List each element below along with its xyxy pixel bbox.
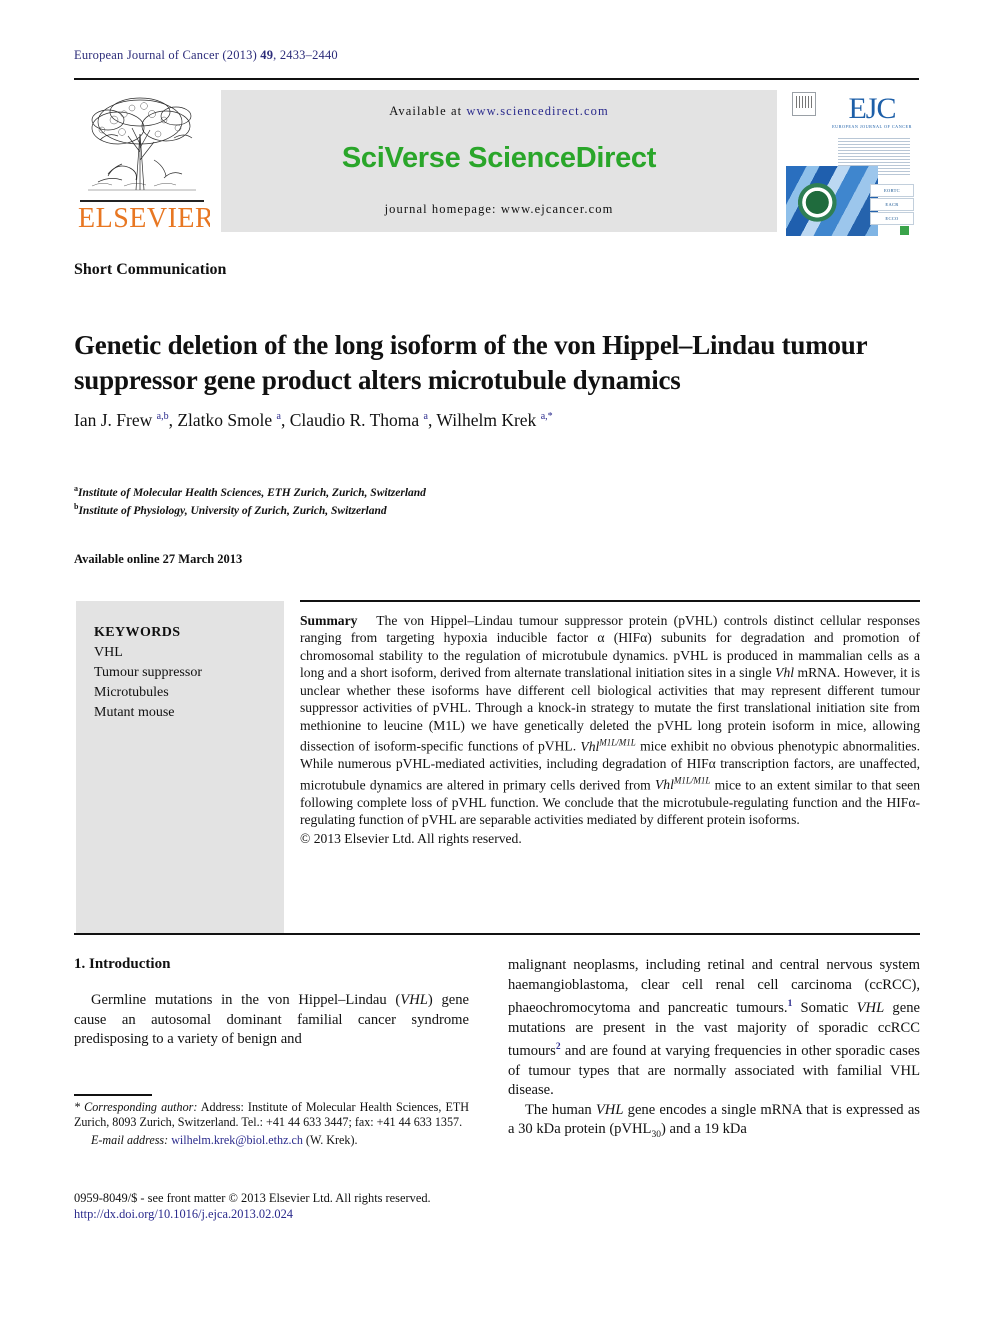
affiliation-b: bInstitute of Physiology, University of …	[74, 500, 674, 518]
sciverse-sciencedirect-wordmark: SciVerse ScienceDirect	[341, 142, 657, 174]
corresponding-author-footnote: * Corresponding author: Address: Institu…	[74, 1100, 469, 1148]
elsevier-logo: ELSEVIER	[74, 88, 210, 236]
email-label: E-mail address:	[91, 1132, 169, 1147]
abstract-body: The von Hippel–Lindau tumour suppressor …	[300, 613, 920, 828]
introduction-heading: 1. Introduction	[74, 956, 171, 972]
abstract-copyright: © 2013 Elsevier Ltd. All rights reserved…	[300, 830, 522, 846]
corresponding-author-email[interactable]: wilhelm.krek@biol.ethz.ch	[171, 1133, 303, 1147]
society-badge-eacr: EACR	[870, 198, 914, 211]
abstract-bottom-rule	[74, 933, 920, 935]
ejc-cover-artwork	[786, 166, 878, 236]
email-owner: (W. Krek).	[302, 1132, 358, 1147]
body-column-right: malignant neoplasms, including retinal a…	[508, 956, 920, 1146]
masthead: ELSEVIER Available at www.sciencedirect.…	[74, 88, 919, 238]
abstract-top-rule	[300, 600, 920, 602]
email-line: E-mail address: wilhelm.krek@biol.ethz.c…	[74, 1133, 469, 1148]
ejc-cover-subtitle: EUROPEAN JOURNAL OF CANCER	[832, 124, 912, 129]
available-at-prefix: Available at	[389, 104, 467, 118]
issn-copyright-block: 0959-8049/$ - see front matter © 2013 El…	[74, 1190, 534, 1222]
keyword-item-microtubules: Microtubules	[94, 685, 169, 700]
sciencedirect-url[interactable]: www.sciencedirect.com	[466, 104, 608, 118]
affiliation-b-text: Institute of Physiology, University of Z…	[78, 505, 387, 518]
elsevier-logo-rule	[80, 200, 204, 202]
affiliation-a-text: Institute of Molecular Health Sciences, …	[78, 486, 426, 499]
available-online-date: Available online 27 March 2013	[74, 552, 243, 566]
keyword-item-vhl: VHL	[94, 645, 123, 660]
corresponding-author-label: * Corresponding author:	[74, 1100, 198, 1114]
elsevier-wordmark: ELSEVIER	[78, 203, 210, 234]
page-title: Genetic deletion of the long isoform of …	[74, 330, 867, 396]
journal-article-page: European Journal of Cancer (2013) 49, 24…	[0, 0, 992, 1323]
affiliation-list: aInstitute of Molecular Health Sciences,…	[74, 482, 674, 519]
abstract-label: Summary	[300, 613, 358, 628]
keywords-panel: KEYWORDS VHL Tumour suppressor Microtubu…	[76, 601, 284, 933]
author-list: Ian J. Frew a,b, Zlatko Smole a, Claudio…	[74, 409, 553, 430]
society-badge-eortc: EORTC	[870, 184, 914, 197]
ejc-cover-title: EJC	[848, 92, 896, 125]
ejc-journal-cover: EJC EUROPEAN JOURNAL OF CANCER EORTC EAC…	[786, 88, 919, 236]
header-rule	[74, 78, 919, 80]
keywords-inner: KEYWORDS VHL Tumour suppressor Microtubu…	[94, 623, 202, 723]
article-type-label: Short Communication	[74, 261, 227, 278]
running-head-volume: 49	[260, 48, 274, 62]
keywords-heading: KEYWORDS	[94, 625, 181, 640]
issn-line: 0959-8049/$ - see front matter © 2013 El…	[74, 1191, 431, 1205]
running-head: European Journal of Cancer (2013) 49, 24…	[74, 48, 338, 63]
elsevier-mini-badge-icon	[792, 92, 816, 116]
keyword-item-mutant-mouse: Mutant mouse	[94, 705, 175, 720]
sciencedirect-banner: Available at www.sciencedirect.com SciVe…	[221, 90, 777, 232]
introduction-paragraph-1-continued: malignant neoplasms, including retinal a…	[508, 957, 920, 1099]
doi-link[interactable]: http://dx.doi.org/10.1016/j.ejca.2013.02…	[74, 1206, 534, 1222]
keyword-item-tumour-suppressor: Tumour suppressor	[94, 665, 202, 680]
body-column-left: 1. Introduction Germline mutations in th…	[74, 956, 469, 1050]
running-head-year: (2013)	[222, 48, 257, 62]
ejc-cover-society-badges: EORTC EACR ECCO	[870, 184, 916, 235]
introduction-paragraph-2: The human VHL gene encodes a single mRNA…	[508, 1101, 920, 1141]
journal-homepage-line[interactable]: journal homepage: www.ejcancer.com	[221, 202, 777, 217]
footnote-rule	[74, 1094, 152, 1096]
available-at-line: Available at www.sciencedirect.com	[221, 104, 777, 119]
running-head-journal: European Journal of Cancer	[74, 48, 220, 62]
abstract-text: Summary The von Hippel–Lindau tumour sup…	[300, 612, 920, 847]
green-square-icon	[900, 226, 909, 235]
society-badge-ecco: ECCO	[870, 212, 914, 225]
affiliation-a: aInstitute of Molecular Health Sciences,…	[74, 482, 674, 500]
running-head-pages: , 2433–2440	[273, 48, 338, 62]
elsevier-tree-icon	[88, 97, 196, 191]
introduction-paragraph-1: Germline mutations in the von Hippel–Lin…	[74, 992, 469, 1048]
